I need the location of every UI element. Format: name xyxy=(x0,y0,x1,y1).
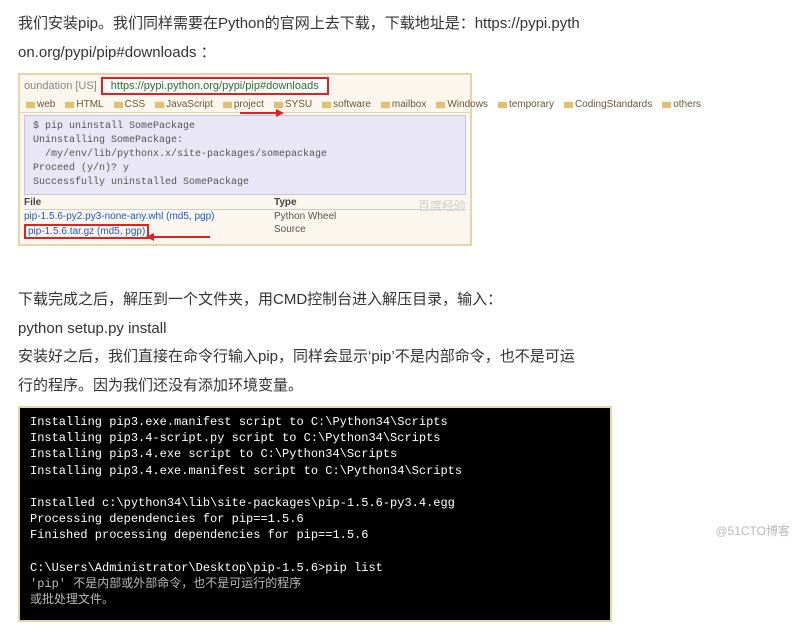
bookmark-item: mailbox xyxy=(381,99,426,110)
table-row: pip-1.5.6-py2.py3-none-any.whl (md5, pgp… xyxy=(24,210,466,223)
instructions-paragraph: 下载完成之后，解压到一个文件夹，用CMD控制台进入解压目录，输入： python… xyxy=(18,286,782,400)
bookmark-item: project xyxy=(223,99,264,110)
cmd-screenshot: Installing pip3.exe.manifest script to C… xyxy=(18,406,612,622)
pip-uninstall-output: $ pip uninstall SomePackage Uninstalling… xyxy=(24,115,466,195)
address-bar: oundation [US] https://pypi.python.org/p… xyxy=(20,75,470,97)
bookmark-item: JavaScript xyxy=(155,99,213,110)
cmd-line: Installing pip3.exe.manifest script to C… xyxy=(30,415,448,429)
col-type: Type xyxy=(274,197,297,208)
red-arrow-icon xyxy=(240,112,280,114)
bookmark-item: CSS xyxy=(114,99,146,110)
downloads-table: File Type pip-1.5.6-py2.py3-none-any.whl… xyxy=(24,197,466,240)
addr-prefix: oundation [US] xyxy=(24,80,97,92)
bookmark-item: CodingStandards xyxy=(564,99,652,110)
url-text: https://pypi.python.org/pypi/pip#downloa… xyxy=(101,77,329,95)
file-link-highlighted: pip-1.5.6.tar.gz (md5, pgp) xyxy=(24,224,149,239)
bookmarks-bar: web HTML CSS JavaScript project SYSU sof… xyxy=(20,97,470,113)
instr-line-3: 安装好之后，我们直接在命令行输入pip，同样会显示‘pip’不是内部命令，也不是… xyxy=(18,348,575,365)
table-header: File Type xyxy=(24,197,466,210)
cmd-line: Finished processing dependencies for pip… xyxy=(30,528,368,542)
browser-screenshot: oundation [US] https://pypi.python.org/p… xyxy=(18,73,472,246)
baidu-watermark: 百度经验 xyxy=(418,197,466,214)
intro-line-2: on.org/pypi/pip#downloads ： xyxy=(18,44,216,61)
cmd-line: Installing pip3.4.exe.manifest script to… xyxy=(30,464,462,478)
file-type: Source xyxy=(274,224,306,239)
cmd-line: Installing pip3.4-script.py script to C:… xyxy=(30,431,440,445)
cmd-line: Installing pip3.4.exe script to C:\Pytho… xyxy=(30,447,397,461)
instr-line-4: 行的程序。因为我们还没有添加环境变量。 xyxy=(18,377,303,394)
intro-line-1: 我们安装pip。我们同样需要在Python的官网上去下载，下载地址是：https… xyxy=(18,15,580,32)
cmd-line: C:\Users\Administrator\Desktop\pip-1.5.6… xyxy=(30,561,383,575)
bookmark-item: web xyxy=(26,99,55,110)
cmd-line: Processing dependencies for pip==1.5.6 xyxy=(30,512,304,526)
cmd-error-line: 'pip' 不是内部或外部命令，也不是可运行的程序 xyxy=(30,577,301,591)
bookmark-item: Windows xyxy=(436,99,488,110)
col-file: File xyxy=(24,197,274,208)
file-link: pip-1.5.6-py2.py3-none-any.whl (md5, pgp… xyxy=(24,211,274,222)
bookmark-item: software xyxy=(322,99,371,110)
cmd-line: Installed c:\python34\lib\site-packages\… xyxy=(30,496,455,510)
file-type: Python Wheel xyxy=(274,211,336,222)
cmd-error-line: 或批处理文件。 xyxy=(30,593,114,607)
source-watermark: @51CTO博客 xyxy=(715,522,790,539)
instr-line-2: python setup.py install xyxy=(18,320,166,337)
bookmark-item: temporary xyxy=(498,99,554,110)
instr-line-1: 下载完成之后，解压到一个文件夹，用CMD控制台进入解压目录，输入： xyxy=(18,291,502,308)
bookmark-item: others xyxy=(662,99,701,110)
bookmark-item: HTML xyxy=(65,99,103,110)
intro-paragraph: 我们安装pip。我们同样需要在Python的官网上去下载，下载地址是：https… xyxy=(18,10,782,67)
table-row: pip-1.5.6.tar.gz (md5, pgp) Source xyxy=(24,223,466,240)
red-arrow-icon xyxy=(150,236,210,238)
